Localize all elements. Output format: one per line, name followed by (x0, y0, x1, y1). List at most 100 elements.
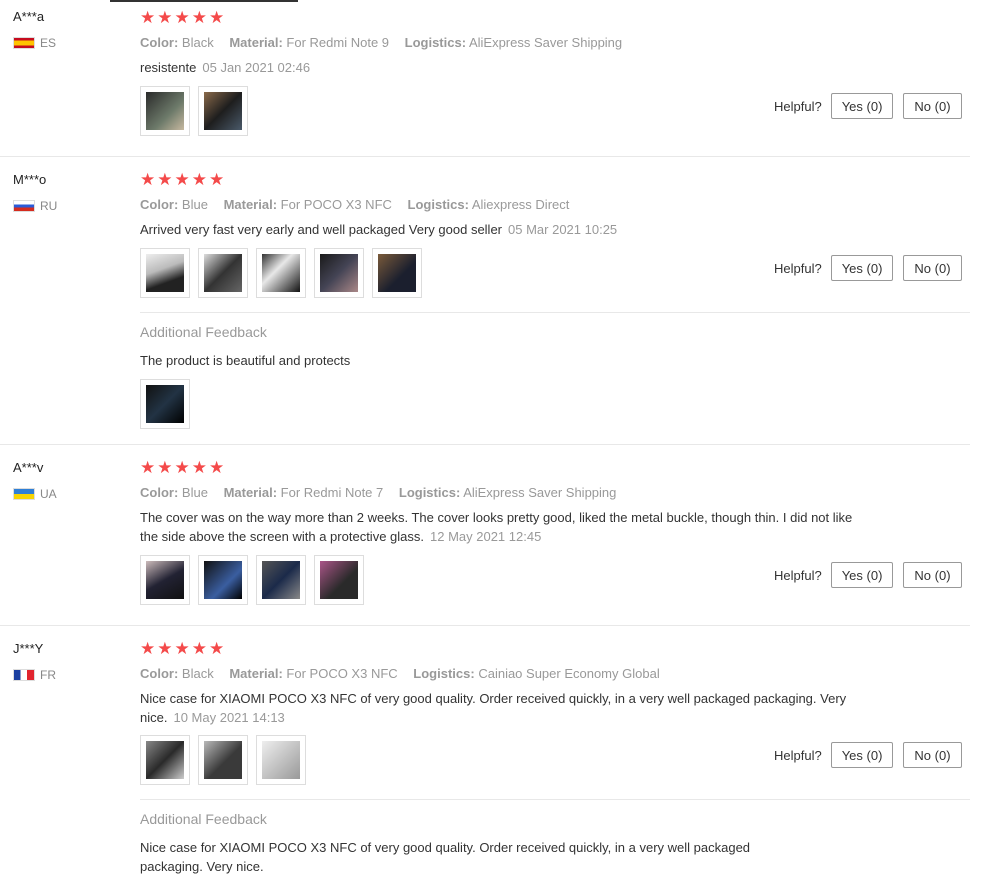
reviewer-name: A***a (13, 9, 45, 24)
review-photo-thumbnail[interactable] (198, 248, 248, 298)
helpful-label: Helpful? (774, 747, 822, 763)
feedback-divider (140, 799, 970, 800)
reviewer-country: FR (13, 668, 56, 682)
attr-value: For POCO X3 NFC (280, 197, 392, 212)
review-photo-thumbnail[interactable] (198, 735, 248, 785)
attr-value: For Redmi Note 9 (286, 35, 390, 50)
attr-value: Aliexpress Direct (471, 197, 570, 212)
attr-value: Black (181, 666, 214, 681)
country-code: FR (40, 668, 56, 682)
reviewer-name: M***o (13, 172, 47, 187)
star-rating: ★★★★★ (140, 170, 227, 189)
attr-label: Color: (140, 666, 179, 681)
attr-value: Blue (181, 485, 208, 500)
active-tab-indicator (110, 0, 298, 2)
attr-value: Cainiao Super Economy Global (478, 666, 660, 681)
additional-feedback-text: Nice case for XIAOMI POCO X3 NFC of very… (140, 840, 751, 874)
review-attributes: Color: Blue Material: For POCO X3 NFC Lo… (140, 197, 569, 212)
review-attributes: Color: Black Material: For POCO X3 NFC L… (140, 666, 660, 681)
review-text: Nice case for XIAOMI POCO X3 NFC of very… (140, 689, 855, 727)
feedback-divider (140, 312, 970, 313)
review-text: Arrived very fast very early and well pa… (140, 220, 860, 239)
review-body: Arrived very fast very early and well pa… (140, 222, 503, 237)
attr-value: For Redmi Note 7 (280, 485, 384, 500)
attr-value: AliExpress Saver Shipping (468, 35, 623, 50)
reviewer-country: UA (13, 487, 57, 501)
review-photo-thumbnail[interactable] (140, 379, 190, 429)
star-rating: ★★★★★ (140, 458, 227, 477)
reviewer-country: RU (13, 199, 57, 213)
reviewer-country: ES (13, 36, 56, 50)
review-text: The cover was on the way more than 2 wee… (140, 508, 855, 546)
review-photo-thumbnail[interactable] (198, 86, 248, 136)
flag-es-icon (13, 37, 35, 49)
flag-fr-icon (13, 669, 35, 681)
country-code: ES (40, 36, 57, 50)
review-photo-thumbnail[interactable] (140, 555, 190, 605)
country-code: UA (40, 487, 57, 501)
helpful-yes-button[interactable]: Yes (0) (830, 93, 894, 119)
attr-label: Logistics: (407, 197, 469, 212)
review-attributes: Color: Black Material: For Redmi Note 9 … (140, 35, 622, 50)
country-code: RU (40, 199, 58, 213)
attr-value: Blue (181, 197, 208, 212)
helpful-vote: Helpful? Yes (0) No (0) (774, 93, 972, 119)
review-text: resistente 05 Jan 2021 02:46 (140, 58, 860, 77)
reviewer-name: A***v (13, 460, 44, 475)
review-photo-thumbnail[interactable] (372, 248, 422, 298)
helpful-label: Helpful? (774, 260, 822, 276)
review-divider (0, 444, 970, 445)
review-body: resistente (140, 60, 197, 75)
helpful-label: Helpful? (774, 98, 822, 114)
review-photo-thumbnail[interactable] (256, 248, 306, 298)
review-date: 05 Mar 2021 10:25 (508, 222, 618, 237)
additional-feedback-title: Additional Feedback (140, 811, 267, 827)
attr-label: Color: (140, 35, 179, 50)
flag-ua-icon (13, 488, 35, 500)
star-rating: ★★★★★ (140, 8, 227, 27)
attr-label: Color: (140, 485, 179, 500)
review-date: 10 May 2021 14:13 (173, 710, 285, 725)
attr-label: Material: (223, 197, 278, 212)
review-attributes: Color: Blue Material: For Redmi Note 7 L… (140, 485, 616, 500)
review-photos (140, 735, 306, 785)
review-photo-thumbnail[interactable] (314, 248, 364, 298)
additional-feedback-title: Additional Feedback (140, 324, 267, 340)
attr-label: Material: (223, 485, 278, 500)
attr-label: Material: (229, 666, 283, 681)
review-photos (140, 248, 422, 298)
helpful-no-button[interactable]: No (0) (903, 562, 962, 588)
review-date: 05 Jan 2021 02:46 (202, 60, 311, 75)
attr-label: Color: (140, 197, 179, 212)
helpful-no-button[interactable]: No (0) (903, 255, 962, 281)
helpful-vote: Helpful? Yes (0) No (0) (774, 562, 972, 588)
helpful-vote: Helpful? Yes (0) No (0) (774, 742, 972, 768)
review-photo-thumbnail[interactable] (198, 555, 248, 605)
attr-value: Black (181, 35, 214, 50)
helpful-yes-button[interactable]: Yes (0) (830, 255, 894, 281)
flag-ru-icon (13, 200, 35, 212)
review-photo-thumbnail[interactable] (140, 248, 190, 298)
attr-value: AliExpress Saver Shipping (463, 485, 617, 500)
helpful-yes-button[interactable]: Yes (0) (830, 742, 894, 768)
review-photos (140, 86, 248, 136)
review-photos (140, 555, 364, 605)
attr-label: Logistics: (404, 35, 467, 50)
helpful-no-button[interactable]: No (0) (903, 93, 962, 119)
helpful-yes-button[interactable]: Yes (0) (830, 562, 894, 588)
review-divider (0, 156, 970, 157)
reviewer-name: J***Y (13, 641, 44, 656)
review-date: 12 May 2021 12:45 (430, 529, 542, 544)
review-photo-thumbnail[interactable] (140, 86, 190, 136)
additional-feedback-text: The product is beautiful and protects (140, 353, 351, 368)
feedback-photos (140, 379, 190, 429)
helpful-vote: Helpful? Yes (0) No (0) (774, 255, 972, 281)
review-photo-thumbnail[interactable] (256, 555, 306, 605)
review-divider (0, 625, 970, 626)
attr-value: For POCO X3 NFC (286, 666, 398, 681)
review-photo-thumbnail[interactable] (140, 735, 190, 785)
review-photo-thumbnail[interactable] (314, 555, 364, 605)
attr-label: Material: (229, 35, 283, 50)
helpful-no-button[interactable]: No (0) (903, 742, 962, 768)
review-photo-thumbnail[interactable] (256, 735, 306, 785)
